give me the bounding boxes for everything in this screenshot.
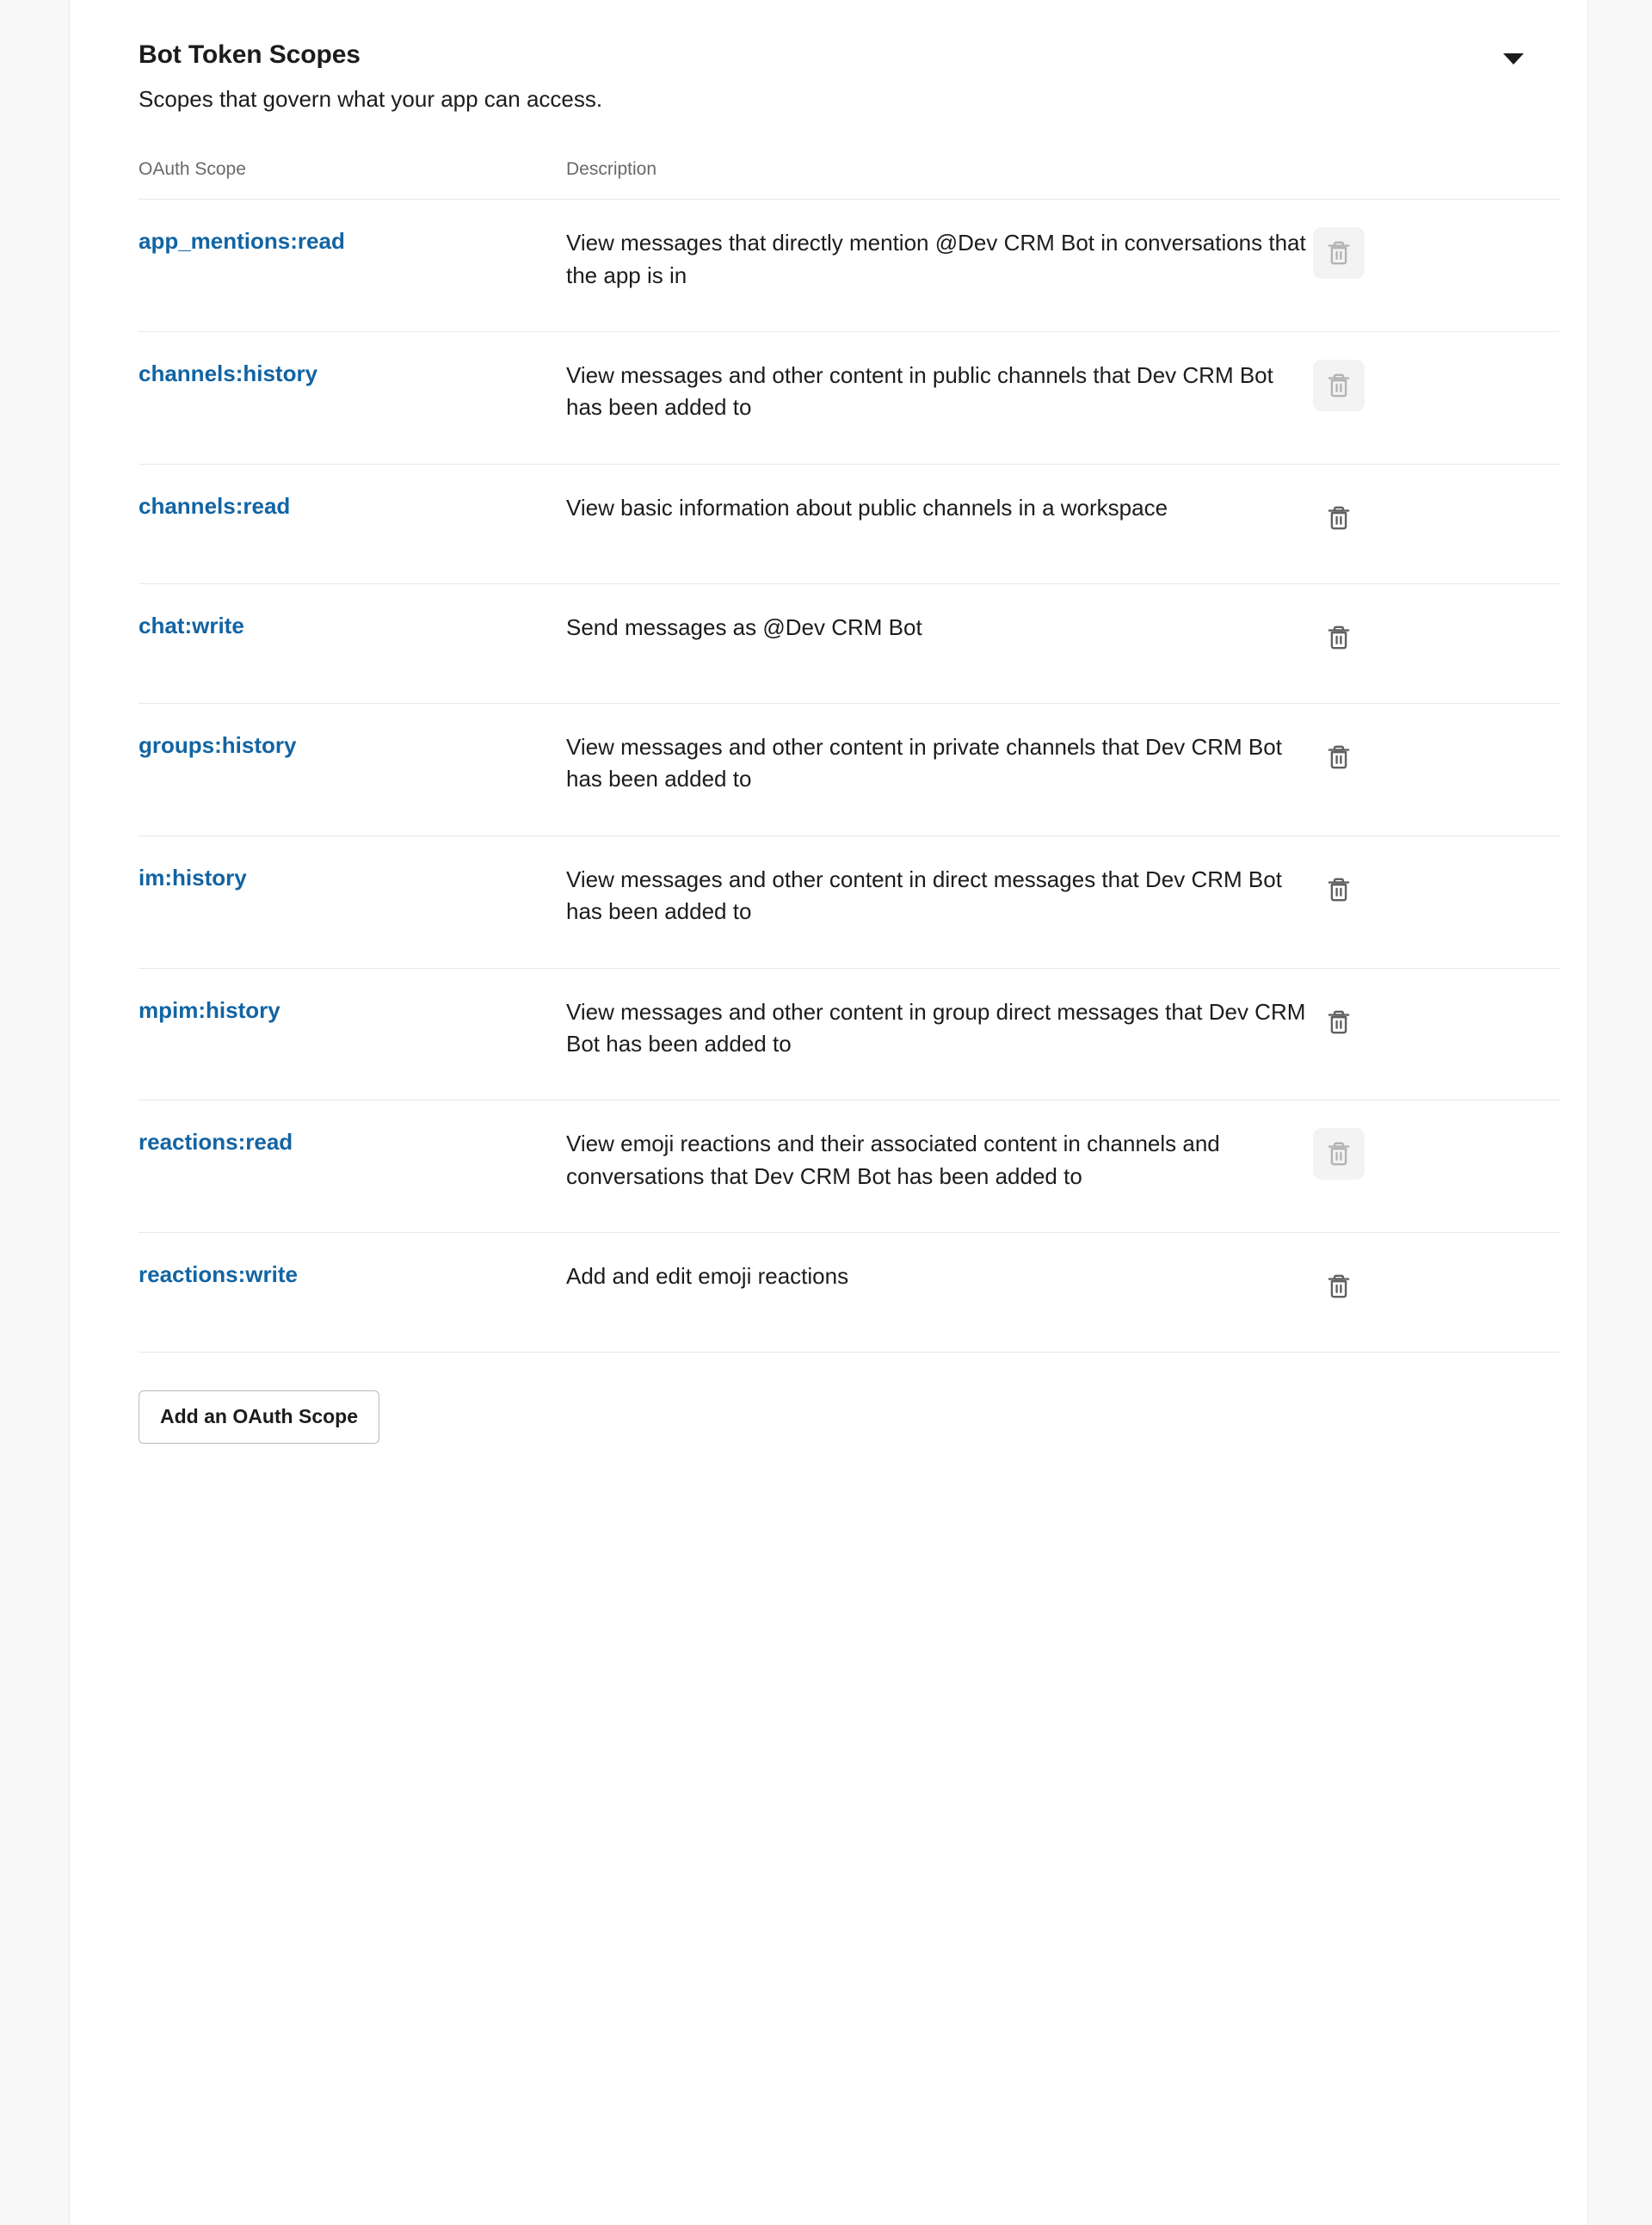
scope-description: View messages that directly mention @Dev… <box>566 230 1306 288</box>
action-cell <box>1313 703 1560 835</box>
scope-cell: groups:history <box>139 703 566 835</box>
section-subtitle: Scopes that govern what your app can acc… <box>139 86 603 112</box>
description-cell: View messages and other content in group… <box>566 968 1313 1100</box>
scope-description: View emoji reactions and their associate… <box>566 1131 1220 1189</box>
scope-link[interactable]: app_mentions:read <box>139 227 345 256</box>
delete-scope-button[interactable] <box>1313 996 1365 1048</box>
table-row: channels:history View messages and other … <box>139 331 1560 465</box>
table-row: reactions:write Add and edit emoji reacti… <box>139 1233 1560 1353</box>
trash-icon <box>1328 1143 1350 1166</box>
action-cell <box>1313 968 1560 1100</box>
trash-icon <box>1328 1274 1350 1298</box>
column-header-description: Description <box>566 159 1313 200</box>
scope-cell: chat:write <box>139 583 566 703</box>
table-row: im:history View messages and other conten… <box>139 835 1560 969</box>
scope-description: Send messages as @Dev CRM Bot <box>566 613 922 640</box>
action-cell <box>1313 835 1560 968</box>
trash-icon <box>1328 1010 1350 1033</box>
delete-scope-button[interactable] <box>1313 1128 1365 1180</box>
delete-scope-button[interactable] <box>1313 1260 1365 1312</box>
table-row: app_mentions:read View messages that dire… <box>139 200 1560 332</box>
table-row: channels:read View basic information abou… <box>139 464 1560 584</box>
oauth-scopes-table: OAuth Scope Description app_mentions:rea… <box>139 159 1560 1353</box>
chevron-down-icon <box>1503 52 1524 65</box>
table-row: groups:history View messages and other co… <box>139 703 1560 836</box>
description-cell: Send messages as @Dev CRM Bot <box>566 583 1313 703</box>
scope-cell: reactions:write <box>139 1233 566 1353</box>
add-oauth-scope-button[interactable]: Add an OAuth Scope <box>139 1390 379 1444</box>
table-row: chat:write Send messages as @Dev CRM Bot <box>139 583 1560 704</box>
description-cell: View messages that directly mention @Dev… <box>566 200 1313 332</box>
section-header: Bot Token Scopes Scopes that govern what… <box>139 0 1558 114</box>
description-cell: View emoji reactions and their associate… <box>566 1100 1313 1233</box>
column-header-actions <box>1313 159 1560 200</box>
table-row: mpim:history View messages and other cont… <box>139 968 1560 1100</box>
scope-link[interactable]: chat:write <box>139 612 244 641</box>
delete-scope-button[interactable] <box>1313 731 1365 783</box>
scope-cell: mpim:history <box>139 968 566 1100</box>
scope-cell: channels:read <box>139 464 566 583</box>
description-cell: View messages and other content in direc… <box>566 835 1313 968</box>
action-cell <box>1313 200 1560 332</box>
trash-icon <box>1328 506 1350 530</box>
scope-cell: channels:history <box>139 331 566 464</box>
table-row: reactions:read View emoji reactions and t… <box>139 1100 1560 1233</box>
action-cell <box>1313 1100 1560 1233</box>
delete-scope-button[interactable] <box>1313 492 1365 544</box>
trash-icon <box>1328 745 1350 769</box>
scope-description: View messages and other content in direc… <box>566 866 1282 925</box>
scope-link[interactable]: reactions:write <box>139 1260 298 1290</box>
scope-link[interactable]: mpim:history <box>139 996 280 1026</box>
scope-cell: app_mentions:read <box>139 200 566 332</box>
trash-icon <box>1328 878 1350 902</box>
action-cell <box>1313 1233 1560 1353</box>
scope-cell: reactions:read <box>139 1100 566 1233</box>
description-cell: View messages and other content in priva… <box>566 703 1313 835</box>
trash-icon <box>1328 373 1350 398</box>
scope-description: View messages and other content in publi… <box>566 361 1273 421</box>
bot-token-scopes-card: Bot Token Scopes Scopes that govern what… <box>69 0 1588 2225</box>
scope-description: View basic information about public chan… <box>566 494 1168 521</box>
action-cell <box>1313 583 1560 703</box>
scope-cell: im:history <box>139 835 566 968</box>
collapse-section-button[interactable] <box>1495 40 1532 77</box>
delete-scope-button[interactable] <box>1313 227 1365 280</box>
delete-scope-button[interactable] <box>1313 864 1365 915</box>
trash-icon <box>1328 241 1350 265</box>
description-cell: View messages and other content in publi… <box>566 331 1313 464</box>
scope-description: View messages and other content in priva… <box>566 733 1282 792</box>
delete-scope-button[interactable] <box>1313 612 1365 663</box>
description-cell: View basic information about public chan… <box>566 464 1313 583</box>
table-body: app_mentions:read View messages that dire… <box>139 200 1560 1353</box>
scope-description: Add and edit emoji reactions <box>566 1263 849 1290</box>
page-title: Bot Token Scopes <box>139 40 361 69</box>
column-header-oauth-scope: OAuth Scope <box>139 159 566 200</box>
scope-link[interactable]: im:history <box>139 864 247 893</box>
scope-link[interactable]: channels:history <box>139 360 317 389</box>
description-cell: Add and edit emoji reactions <box>566 1233 1313 1353</box>
table-footer: Add an OAuth Scope <box>139 1353 1558 1495</box>
action-cell <box>1313 331 1560 464</box>
scope-link[interactable]: groups:history <box>139 731 296 761</box>
trash-icon <box>1328 626 1350 650</box>
action-cell <box>1313 464 1560 583</box>
scope-description: View messages and other content in group… <box>566 998 1306 1057</box>
delete-scope-button[interactable] <box>1313 359 1365 411</box>
scope-link[interactable]: channels:read <box>139 492 290 521</box>
scope-link[interactable]: reactions:read <box>139 1128 293 1157</box>
table-header: OAuth Scope Description <box>139 159 1560 200</box>
